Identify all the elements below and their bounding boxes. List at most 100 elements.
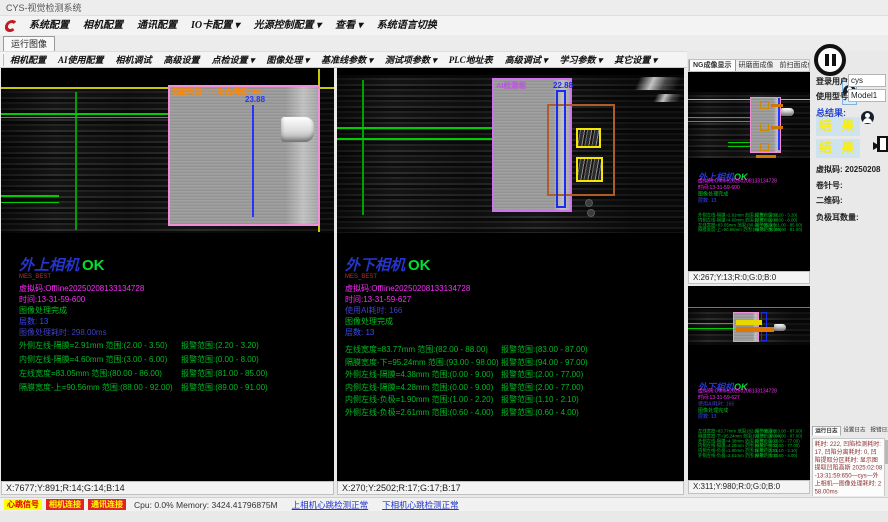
green-baseline xyxy=(688,307,810,308)
qr-code-label: 二维码: xyxy=(816,195,843,206)
tab-error-log[interactable]: 报错日志 xyxy=(868,426,888,436)
app-window: CYS-视觉检测系统 系统配置 相机配置 通讯配置 IO卡配置 ▾ 光源控制配置… xyxy=(0,0,888,522)
measurement-row: 内侧左线-隔膜=4.28mm 范围:(0.00 - 9.00)报警范围:(2.0… xyxy=(345,382,675,395)
measurement-row: 左线宽度=83.77mm 范围:(82.00 - 88.00)报警范围:(83.… xyxy=(345,344,675,357)
tool-plc-address[interactable]: PLC地址表 xyxy=(443,52,499,68)
mini-measurement-list: 外侧左线-隔膜=2.91mm 范围:(2.00 - 3.50)报警范围:(2.2… xyxy=(698,212,810,232)
measurement-row: 隔膜宽度-上=90.56mm 范围:(88.00 - 92.00)报警范围:(8… xyxy=(19,382,329,396)
middle-camera-viewport[interactable]: AI检测框 22.88 外下相机OK MES_BEST 虚拟码:OffIine2… xyxy=(337,68,684,481)
user-icon xyxy=(861,111,874,124)
ng-pixel-coordinate-bar: X:267;Y:13;R:0;G:0;B:0 xyxy=(688,271,810,284)
mini-result-lines: 虚拟码:OffIine20250208133134728 时间:13-31-59… xyxy=(698,178,810,204)
ng-camera-viewport[interactable]: 外上相机OK 虚拟码:OffIine20250208133134728 时间:1… xyxy=(688,72,810,271)
menu-language-switch[interactable]: 系统语言切换 xyxy=(370,16,444,35)
measurement-text: 外侧左线-隔膜=2.91mm 范围:(2.00 - 3.50) xyxy=(19,340,181,354)
tool-learning-params[interactable]: 学习参数 ▾ xyxy=(553,52,608,68)
menu-comm-config[interactable]: 通讯配置 xyxy=(130,16,184,35)
measurement-row: 隔膜宽度-下=95.24mm 范围:(93.00 - 98.00)报警范围:(9… xyxy=(345,357,675,370)
negative-tab-count-label: 负极耳数量: xyxy=(816,212,859,223)
camera-name-label: 外上相机 xyxy=(19,257,79,274)
yellow-reference-line xyxy=(688,99,810,100)
tool-advanced-settings[interactable]: 高级设置 xyxy=(158,52,206,68)
orange-highlight-label xyxy=(736,327,774,332)
time-text: 时间:13-31-59-627 xyxy=(345,294,411,305)
tab-ng-display[interactable]: NG成像显示 xyxy=(689,59,736,71)
alarm-range-text: 报警范围:(81.00 - 85.00) xyxy=(181,368,268,382)
model-field[interactable]: Model1 xyxy=(848,89,886,102)
tab-grind-face[interactable]: 研磨面成像 xyxy=(736,60,777,71)
tool-advanced-debug[interactable]: 高级调试 ▾ xyxy=(499,52,554,68)
middle-pixel-coordinate-bar: X:270;Y:2502;R:17;G:17;B:17 xyxy=(337,481,684,495)
menu-camera-config[interactable]: 相机配置 xyxy=(76,16,130,35)
result-box-upper: 结 果 xyxy=(816,117,860,136)
measure-value-label: 23.88 xyxy=(245,95,265,104)
time-text: 时间:13-31-59-600 xyxy=(19,294,85,305)
log-tab-strip: 运行日志 设置日志 报错日志 xyxy=(812,426,888,436)
ai-elapsed-text: 使用AI耗时: 166 xyxy=(345,305,402,316)
tab-run-image[interactable]: 运行图像 xyxy=(3,36,55,51)
window-titlebar: CYS-视觉检测系统 xyxy=(0,0,888,16)
menu-io-config[interactable]: IO卡配置 ▾ xyxy=(184,16,247,35)
screw-head xyxy=(585,199,593,207)
user-switch-button[interactable] xyxy=(860,105,875,131)
orange-value-mark xyxy=(756,155,776,158)
window-title: CYS-视觉检测系统 xyxy=(6,3,82,13)
status-bar: 心跳信号 相机连接 通讯连接 Cpu: 0.0% Memory: 3424.41… xyxy=(0,497,888,511)
log-text: 耗时: 222, 凹陷检测耗时: 17, 凹陷分离耗时: 0, 凹陷提取分区耗时… xyxy=(813,439,884,496)
measurement-text: 左线宽度=83.05mm 范围:(80.00 - 86.00) xyxy=(19,368,181,382)
view-tab-strip: 运行图像 xyxy=(0,35,888,51)
tab-settings-log[interactable]: 设置日志 xyxy=(841,426,868,436)
green-baseline xyxy=(728,142,750,143)
toolbar: 相机配置 AI使用配置 相机调试 高级设置 点检设置 ▾ 图像处理 ▾ 基准线参… xyxy=(0,51,687,68)
tool-camera-debug[interactable]: 相机调试 xyxy=(110,52,158,68)
result-text: 结 果 xyxy=(819,140,858,155)
menu-view[interactable]: 查看 ▾ xyxy=(328,16,370,35)
highlight-streak xyxy=(653,94,683,102)
ng-panel-tab-strip: NG成像显示 研磨面成像 前扫面成像 xyxy=(688,59,810,72)
menu-light-config[interactable]: 光源控制配置 ▾ xyxy=(247,16,329,35)
menu-system-config[interactable]: 系统配置 xyxy=(22,16,76,35)
tool-ai-use-config[interactable]: AI使用配置 xyxy=(52,52,110,68)
second-camera-viewport[interactable]: 外下相机OK 虚拟码:OffIine20250208133134728 时间:1… xyxy=(688,286,810,480)
green-baseline xyxy=(688,117,750,118)
tool-test-params[interactable]: 测试项参数 ▾ xyxy=(379,52,443,68)
exit-button[interactable] xyxy=(876,131,888,157)
tool-image-process[interactable]: 图像处理 ▾ xyxy=(260,52,315,68)
alarm-range-text: 报警范围:(0.60 - 4.00) xyxy=(755,453,797,458)
login-user-label: 登录用户: xyxy=(816,76,851,87)
measurement-text: 内侧左线-负极=1.90mm 范围:(1.00 - 2.20) xyxy=(345,394,501,407)
pause-button[interactable] xyxy=(814,44,846,76)
measurement-text: 左线宽度=83.77mm 范围:(82.00 - 88.00) xyxy=(345,344,501,357)
tool-baseline-params[interactable]: 基准线参数 ▾ xyxy=(315,52,379,68)
tab-run-log[interactable]: 运行日志 xyxy=(812,426,841,436)
result-text: 结 果 xyxy=(819,118,858,133)
virtual-code-text: 虚拟码:OffIine20250208133134728 xyxy=(19,283,144,294)
mes-status-text: MES_BEST xyxy=(345,274,377,280)
alarm-range-text: 报警范围:(0.60 - 4.00) xyxy=(501,407,579,420)
alarm-range-text: 报警范围:(83.00 - 87.00) xyxy=(501,344,588,357)
green-baseline xyxy=(688,323,733,324)
heartbeat-status-badge: 心跳信号 xyxy=(4,499,42,510)
lower-camera-heartbeat-link[interactable]: 下相机心跳检测正常 xyxy=(382,499,459,511)
login-user-field[interactable]: cys xyxy=(848,74,886,87)
upper-camera-heartbeat-link[interactable]: 上相机心跳检测正常 xyxy=(292,499,369,511)
tab-front-scan[interactable]: 前扫面成像 xyxy=(777,60,811,71)
tool-camera-config[interactable]: 相机配置 xyxy=(4,52,52,68)
match-roi-box xyxy=(168,85,320,226)
orange-marker-box xyxy=(760,143,769,151)
tab-connector-image xyxy=(281,117,314,142)
model-label: 使用型号: xyxy=(816,91,851,102)
comm-connection-badge: 通讯连接 xyxy=(88,499,126,510)
left-camera-viewport[interactable]: 匹配阈值:93, 吻合阈值:100 23.88 外上相机OK MES_BEST … xyxy=(1,68,334,481)
pixel-coordinates-text: X:311;Y:980;R:0;G:0;B:0 xyxy=(693,482,780,491)
tool-other-settings[interactable]: 其它设置 ▾ xyxy=(608,52,663,68)
green-vertical-baseline xyxy=(362,80,364,215)
alarm-range-text: 报警范围:(89.00 - 91.00) xyxy=(755,227,802,232)
virtual-code-label: 虚拟码: 20250208 xyxy=(816,164,881,175)
alarm-range-text: 报警范围:(1.10 - 2.10) xyxy=(501,394,579,407)
exit-door-icon xyxy=(877,136,888,152)
green-baseline xyxy=(688,328,733,329)
process-done-text: 图像处理完成 xyxy=(345,316,393,327)
tool-spot-check[interactable]: 点检设置 ▾ xyxy=(206,52,261,68)
measurement-row: 外侧左线-负极=2.61mm 范围:(0.60 - 4.00)报警范围:(0.6… xyxy=(345,407,675,420)
